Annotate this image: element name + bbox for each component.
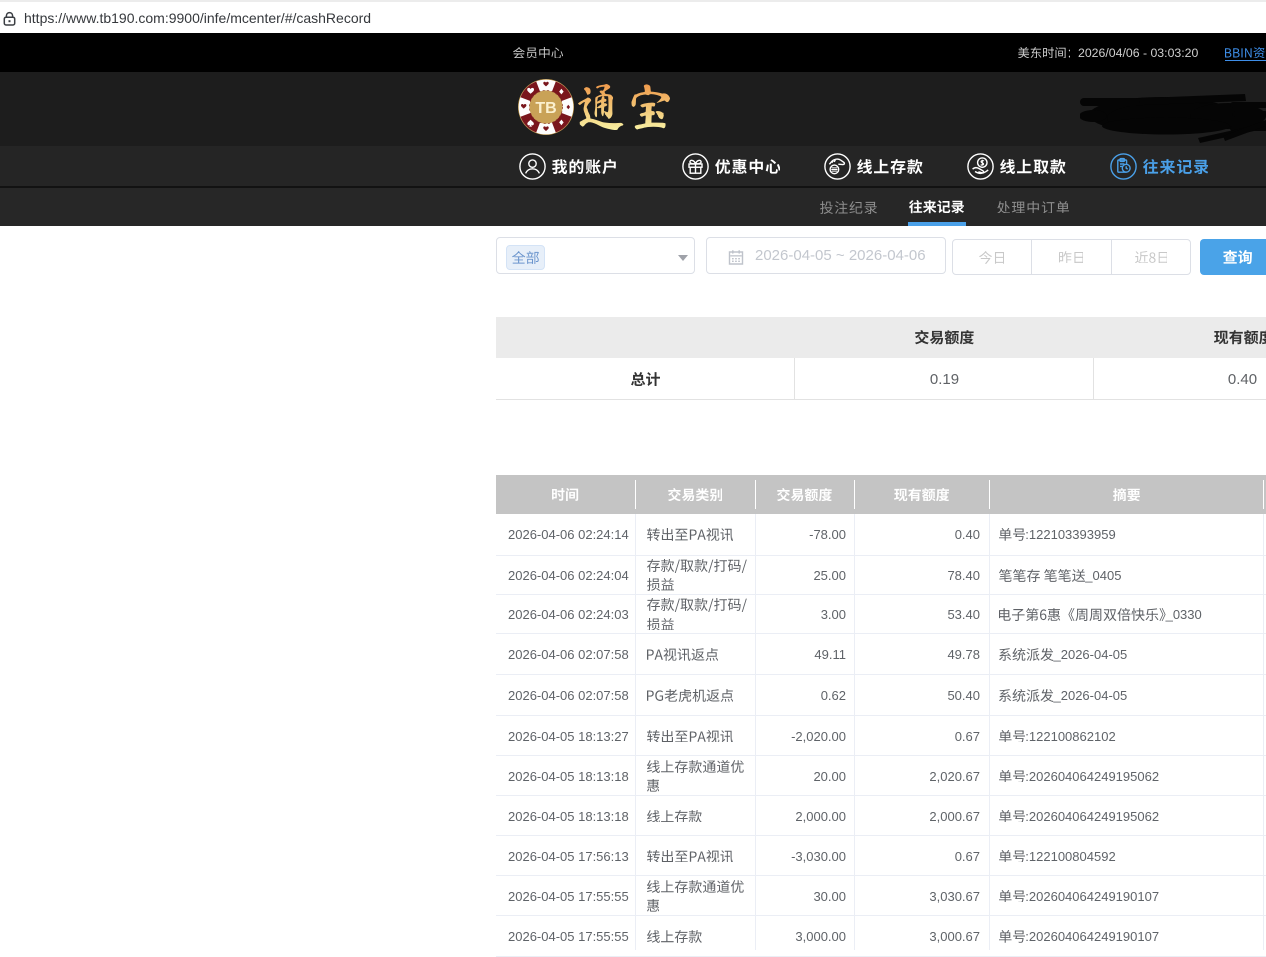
svg-text:TB: TB xyxy=(535,100,556,117)
